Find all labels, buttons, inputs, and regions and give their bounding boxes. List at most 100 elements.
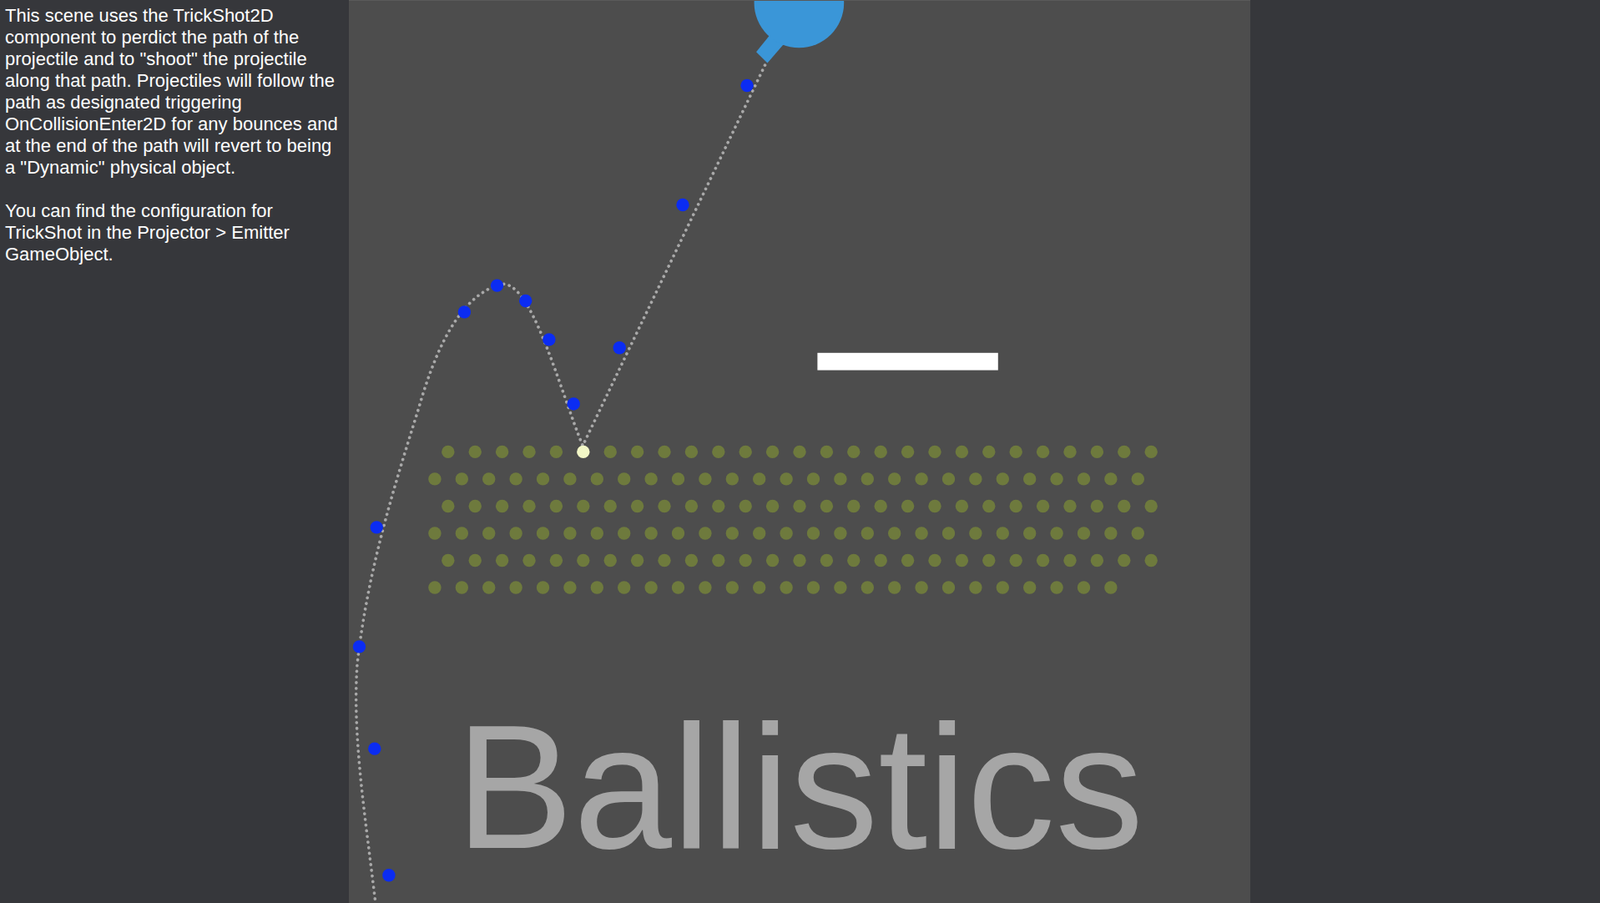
peg <box>536 526 550 540</box>
projectile <box>353 640 366 653</box>
peg <box>873 499 887 513</box>
peg <box>1009 554 1022 567</box>
peg <box>807 580 820 594</box>
peg <box>1009 499 1022 513</box>
game-view: Ballistics <box>348 0 1251 903</box>
cannon-icon <box>754 0 845 48</box>
peg <box>509 472 522 485</box>
peg <box>738 499 752 513</box>
description-line: OnCollisionEnter2D for any bounces and <box>5 113 349 136</box>
peg <box>563 526 576 540</box>
peg <box>982 445 995 459</box>
peg <box>1090 499 1104 513</box>
peg <box>469 554 482 567</box>
peg <box>820 445 833 459</box>
peg <box>1049 472 1063 485</box>
peg <box>644 580 657 594</box>
peg <box>644 526 657 540</box>
peg <box>901 445 914 459</box>
peg <box>982 499 995 513</box>
peg <box>942 526 955 540</box>
peg <box>1063 445 1076 459</box>
peg <box>576 499 590 513</box>
peg <box>1063 554 1076 567</box>
peg <box>1104 526 1117 540</box>
peg <box>698 472 712 485</box>
peg <box>455 472 469 485</box>
peg <box>914 472 928 485</box>
peg <box>685 445 698 459</box>
peg <box>617 580 631 594</box>
peg <box>428 526 441 540</box>
peg <box>1117 554 1131 567</box>
peg <box>847 445 860 459</box>
peg <box>888 580 901 594</box>
peg <box>969 580 982 594</box>
peg <box>942 580 955 594</box>
peg <box>1077 526 1091 540</box>
description-line: at the end of the path will revert to be… <box>5 135 349 157</box>
peg <box>766 445 779 459</box>
peg <box>873 554 887 567</box>
peg <box>482 526 495 540</box>
peg <box>1063 499 1076 513</box>
peg <box>873 445 887 459</box>
projectile <box>613 341 626 354</box>
peg <box>901 499 914 513</box>
peg <box>657 445 671 459</box>
peg <box>604 554 617 567</box>
peg <box>509 580 522 594</box>
peg <box>726 472 739 485</box>
peg <box>1023 526 1036 540</box>
info-panel: This scene uses the TrickShot2Dcomponent… <box>0 0 349 903</box>
description-line: component to perdict the path of the <box>5 26 349 49</box>
peg <box>1144 445 1157 459</box>
peg <box>888 526 901 540</box>
description-line: You can find the configuration for <box>5 200 349 223</box>
description-line: a "Dynamic" physical object. <box>5 156 349 179</box>
peg <box>914 526 928 540</box>
peg <box>766 554 779 567</box>
peg <box>522 499 536 513</box>
peg <box>495 554 509 567</box>
peg <box>982 554 995 567</box>
peg <box>522 445 536 459</box>
description-paragraph: You can find the configuration forTrickS… <box>5 200 349 266</box>
peg <box>792 499 806 513</box>
peg <box>861 580 874 594</box>
peg <box>630 554 644 567</box>
peg <box>942 472 955 485</box>
peg <box>1090 445 1104 459</box>
peg <box>738 554 752 567</box>
peg <box>550 554 563 567</box>
peg <box>928 499 941 513</box>
peg <box>861 526 874 540</box>
peg <box>617 472 631 485</box>
peg <box>657 554 671 567</box>
peg <box>1036 445 1050 459</box>
projectile <box>566 397 580 410</box>
peg <box>955 499 969 513</box>
peg <box>833 526 847 540</box>
peg <box>590 472 604 485</box>
projectile <box>490 278 504 292</box>
peg <box>807 472 820 485</box>
peg <box>1023 580 1036 594</box>
peg <box>469 499 482 513</box>
peg <box>550 445 563 459</box>
peg <box>698 526 712 540</box>
peg <box>752 472 766 485</box>
peg <box>847 499 860 513</box>
peg <box>644 472 657 485</box>
peg <box>955 445 969 459</box>
peg <box>1023 472 1036 485</box>
peg <box>1131 526 1145 540</box>
peg <box>576 445 590 459</box>
background <box>1250 0 1600 903</box>
projectile <box>382 868 395 882</box>
peg <box>779 472 793 485</box>
description-paragraph: This scene uses the TrickShot2Dcomponent… <box>5 5 349 179</box>
peg <box>1117 445 1131 459</box>
peg <box>969 526 982 540</box>
peg <box>711 554 725 567</box>
